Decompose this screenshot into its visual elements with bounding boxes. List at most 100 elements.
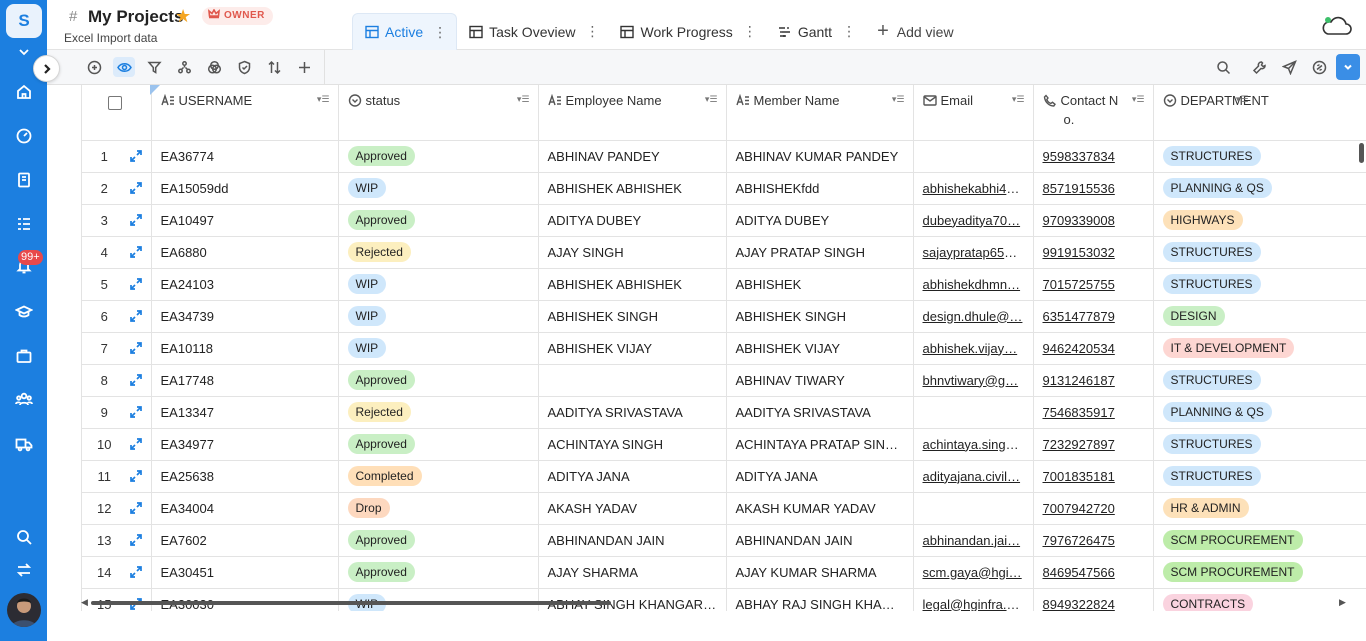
column-header-department[interactable]: DEPARTMENT ▾☰ (1153, 85, 1366, 141)
username-cell[interactable]: EA10118 (151, 332, 339, 365)
status-cell[interactable]: Approved (338, 364, 539, 397)
status-cell[interactable]: WIP (338, 300, 539, 333)
shield-icon[interactable] (235, 58, 253, 76)
column-header-member-name[interactable]: Member Name ▾☰ (726, 85, 914, 141)
department-cell[interactable]: STRUCTURES (1153, 236, 1366, 269)
contact-cell[interactable]: 7007942720 (1033, 492, 1154, 525)
employee-name-cell[interactable]: ACHINTAYA SINGH (538, 428, 727, 461)
email-cell[interactable]: abhishekdhmn… (913, 268, 1034, 301)
contact-cell[interactable]: 9598337834 (1033, 140, 1154, 173)
contact-cell[interactable]: 7015725755 (1033, 268, 1154, 301)
table-row[interactable]: 13 EA7602 Approved ABHINANDAN JAIN ABHINANDA… (82, 524, 1366, 557)
tab-active[interactable]: Active ⋮ (352, 13, 458, 50)
email-cell[interactable] (913, 140, 1034, 173)
email-cell[interactable]: scm.gaya@hgi… (913, 556, 1034, 589)
email-link[interactable]: abhishekabhi48… (923, 181, 1027, 196)
phone-link[interactable]: 7976726475 (1043, 533, 1115, 548)
department-cell[interactable]: STRUCTURES (1153, 140, 1366, 173)
expand-record-icon[interactable] (129, 565, 143, 579)
expand-sidebar-button[interactable] (33, 55, 60, 82)
expand-record-icon[interactable] (129, 277, 143, 291)
status-cell[interactable]: Approved (338, 524, 539, 557)
department-cell[interactable]: HIGHWAYS (1153, 204, 1366, 237)
email-link[interactable]: abhishekdhmn… (923, 277, 1021, 292)
column-menu-icon[interactable]: ▾☰ (317, 94, 330, 105)
username-cell[interactable]: EA34004 (151, 492, 339, 525)
phone-link[interactable]: 6351477879 (1043, 309, 1115, 324)
sort-icon[interactable] (265, 58, 283, 76)
email-cell[interactable] (913, 396, 1034, 429)
expand-record-icon[interactable] (129, 501, 143, 515)
phone-link[interactable]: 9131246187 (1043, 373, 1115, 388)
expand-record-icon[interactable] (129, 245, 143, 259)
plus-icon[interactable] (295, 58, 313, 76)
member-name-cell[interactable]: AJAY KUMAR SHARMA (726, 556, 914, 589)
column-menu-icon[interactable]: ▾☰ (705, 94, 718, 105)
group-icon[interactable] (175, 58, 193, 76)
email-cell[interactable]: design.dhule@… (913, 300, 1034, 333)
expand-record-icon[interactable] (129, 213, 143, 227)
column-header-username[interactable]: USERNAME ▾☰ (151, 85, 339, 141)
email-link[interactable]: sajaypratap656… (923, 245, 1025, 260)
add-view-button[interactable]: + Add view (865, 13, 964, 50)
scroll-left-arrow-icon[interactable]: ◀ (81, 597, 88, 608)
email-cell[interactable]: sajaypratap656… (913, 236, 1034, 269)
table-row[interactable]: 1 EA36774 Approved ABHINAV PANDEY ABHINAV KU… (82, 140, 1366, 173)
phone-link[interactable]: 7007942720 (1043, 501, 1115, 516)
column-menu-icon[interactable]: ▾☰ (1236, 94, 1249, 105)
table-row[interactable]: 3 EA10497 Approved ADITYA DUBEY ADITYA DUBEY… (82, 204, 1366, 237)
switch-icon[interactable] (13, 559, 35, 581)
username-cell[interactable]: EA15059dd (151, 172, 339, 205)
phone-link[interactable]: 9462420534 (1043, 341, 1115, 356)
page-title[interactable]: My Projects (88, 7, 183, 27)
member-name-cell[interactable]: ABHISHEKfdd (726, 172, 914, 205)
department-cell[interactable]: STRUCTURES (1153, 268, 1366, 301)
horizontal-scrollbar-thumb[interactable] (91, 601, 611, 605)
email-link[interactable]: adityajana.civil… (923, 469, 1021, 484)
department-cell[interactable]: STRUCTURES (1153, 428, 1366, 461)
contact-cell[interactable]: 7232927897 (1033, 428, 1154, 461)
avatar[interactable] (7, 593, 41, 627)
username-cell[interactable]: EA34739 (151, 300, 339, 333)
username-cell[interactable]: EA7602 (151, 524, 339, 557)
contact-cell[interactable]: 9462420534 (1033, 332, 1154, 365)
email-link[interactable]: achintaya.singh… (923, 437, 1026, 452)
email-cell[interactable] (913, 492, 1034, 525)
employee-name-cell[interactable]: AJAY SHARMA (538, 556, 727, 589)
tab-menu-icon[interactable]: ⋮ (433, 24, 447, 41)
table-row[interactable]: 5 EA24103 WIP ABHISHEK ABHISHEK ABHISHEK abhi… (82, 268, 1366, 301)
status-cell[interactable]: WIP (338, 268, 539, 301)
expand-record-icon[interactable] (129, 181, 143, 195)
email-cell[interactable]: dubeyaditya70… (913, 204, 1034, 237)
contact-cell[interactable]: 7546835917 (1033, 396, 1154, 429)
email-cell[interactable]: abhinandan.jai… (913, 524, 1034, 557)
email-link[interactable]: abhishek.vijay… (923, 341, 1018, 356)
add-record-icon[interactable] (85, 58, 103, 76)
email-link[interactable]: bhnvtiwary@g… (923, 373, 1019, 388)
column-menu-icon[interactable]: ▾☰ (517, 94, 530, 105)
status-cell[interactable]: Rejected (338, 396, 539, 429)
employee-name-cell[interactable]: ABHISHEK ABHISHEK (538, 172, 727, 205)
briefcase-icon[interactable] (13, 345, 35, 367)
member-name-cell[interactable]: ABHINANDAN JAIN (726, 524, 914, 557)
employee-name-cell[interactable]: ADITYA JANA (538, 460, 727, 493)
status-cell[interactable]: Drop (338, 492, 539, 525)
email-link[interactable]: design.dhule@… (923, 309, 1023, 324)
wrench-icon[interactable] (1250, 58, 1268, 76)
member-name-cell[interactable]: AJAY PRATAP SINGH (726, 236, 914, 269)
member-name-cell[interactable]: ABHISHEK VIJAY (726, 332, 914, 365)
member-name-cell[interactable]: ACHINTAYA PRATAP SINGH (726, 428, 914, 461)
column-menu-icon[interactable]: ▾☰ (892, 94, 905, 105)
department-cell[interactable]: PLANNING & QS (1153, 396, 1366, 429)
department-cell[interactable]: STRUCTURES (1153, 364, 1366, 397)
email-cell[interactable]: bhnvtiwary@g… (913, 364, 1034, 397)
employee-name-cell[interactable]: AADITYA SRIVASTAVA (538, 396, 727, 429)
contact-cell[interactable]: 8469547566 (1033, 556, 1154, 589)
phone-link[interactable]: 8571915536 (1043, 181, 1115, 196)
table-row[interactable]: 11 EA25638 Completed ADITYA JANA ADITYA JANA… (82, 460, 1366, 493)
link-icon[interactable] (1310, 58, 1328, 76)
username-cell[interactable]: EA25638 (151, 460, 339, 493)
department-cell[interactable]: PLANNING & QS (1153, 172, 1366, 205)
member-name-cell[interactable]: ABHINAV KUMAR PANDEY (726, 140, 914, 173)
member-name-cell[interactable]: AADITYA SRIVASTAVA (726, 396, 914, 429)
